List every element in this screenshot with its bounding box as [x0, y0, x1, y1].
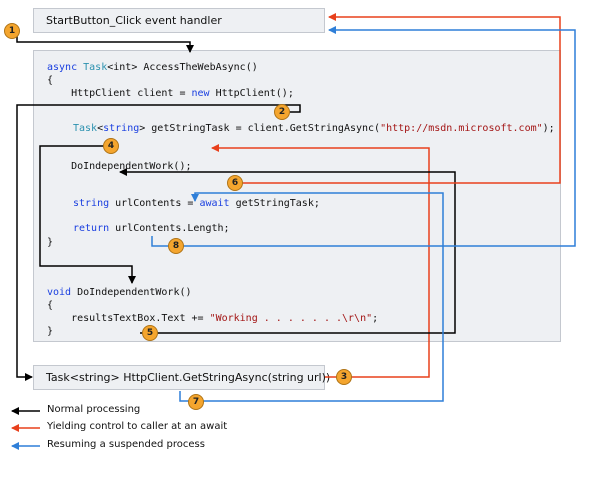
arrow-4-call-independent — [39, 145, 136, 284]
legend-yield: Yielding control to caller at an await — [47, 421, 228, 432]
step-badge-7: 7 — [188, 394, 204, 410]
step-badge-3: 3 — [336, 369, 352, 385]
step-badge-2: 2 — [274, 104, 290, 120]
step-badge-4: 4 — [103, 138, 119, 154]
step-badge-8: 8 — [168, 238, 184, 254]
arrow-5-return-independent — [119, 168, 456, 334]
step-badge-1: 1 — [4, 23, 20, 39]
arrow-8-resume-caller — [151, 26, 576, 247]
legend-resume: Resuming a suspended process — [47, 439, 205, 450]
arrow-1-call-access — [16, 32, 194, 53]
arrow-7-resume-await — [179, 192, 444, 402]
legend-normal: Normal processing — [47, 404, 141, 415]
arrow-6-yield-await — [232, 13, 561, 184]
step-badge-6: 6 — [227, 175, 243, 191]
step-badge-5: 5 — [142, 325, 158, 341]
